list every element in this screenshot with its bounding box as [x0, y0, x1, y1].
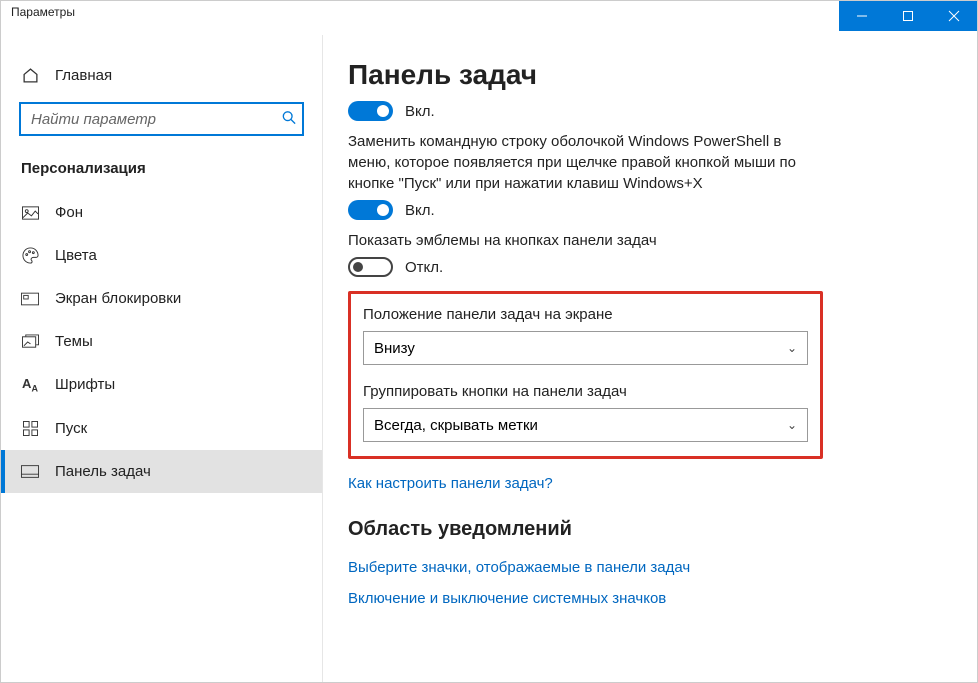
page-title: Панель задач	[348, 59, 947, 91]
toggle-2[interactable]	[348, 200, 393, 220]
start-icon	[21, 421, 39, 436]
chevron-down-icon: ⌄	[787, 418, 797, 432]
position-label: Положение панели задач на экране	[363, 306, 808, 323]
link-system-icons[interactable]: Включение и выключение системных значков	[348, 590, 947, 607]
chevron-down-icon: ⌄	[787, 341, 797, 355]
fonts-icon: AA	[21, 376, 39, 394]
sidebar-item-lockscreen[interactable]: Экран блокировки	[1, 277, 322, 320]
sidebar-item-label: Цвета	[55, 247, 97, 264]
notification-area-heading: Область уведомлений	[348, 518, 947, 541]
window-controls	[839, 1, 977, 31]
sidebar-item-label: Пуск	[55, 420, 87, 437]
close-button[interactable]	[931, 1, 977, 31]
home-label: Главная	[55, 67, 112, 84]
toggle-1-state: Вкл.	[405, 103, 435, 120]
position-value: Внизу	[374, 340, 415, 357]
search-icon	[282, 111, 296, 128]
sidebar-item-fonts[interactable]: AA Шрифты	[1, 363, 322, 407]
sidebar-item-label: Панель задач	[55, 463, 151, 480]
toggle-1[interactable]	[348, 101, 393, 121]
toggle-row-3: Откл.	[348, 257, 947, 277]
home-link[interactable]: Главная	[1, 55, 322, 96]
palette-icon	[21, 247, 39, 264]
taskbar-icon	[21, 465, 39, 478]
badges-desc: Показать эмблемы на кнопках панели задач	[348, 230, 808, 251]
sidebar-item-start[interactable]: Пуск	[1, 407, 322, 450]
toggle-row-2: Вкл.	[348, 200, 947, 220]
sidebar-item-colors[interactable]: Цвета	[1, 234, 322, 277]
lockscreen-icon	[21, 292, 39, 306]
powershell-desc: Заменить командную строку оболочкой Wind…	[348, 131, 808, 194]
sidebar-item-themes[interactable]: Темы	[1, 320, 322, 363]
toggle-2-state: Вкл.	[405, 202, 435, 219]
highlighted-section: Положение панели задач на экране Внизу ⌄…	[348, 291, 823, 459]
position-dropdown[interactable]: Внизу ⌄	[363, 331, 808, 365]
sidebar-item-taskbar[interactable]: Панель задач	[1, 450, 322, 493]
sidebar: Главная Персонализация Фон Цвета Экран б…	[1, 35, 322, 682]
titlebar: Параметры	[1, 1, 977, 35]
toggle-3-state: Откл.	[405, 259, 443, 276]
themes-icon	[21, 334, 39, 350]
minimize-button[interactable]	[839, 1, 885, 31]
maximize-button[interactable]	[885, 1, 931, 31]
link-select-icons[interactable]: Выберите значки, отображаемые в панели з…	[348, 559, 947, 576]
sidebar-item-label: Фон	[55, 204, 83, 221]
search-input[interactable]	[19, 102, 304, 136]
group-value: Всегда, скрывать метки	[374, 417, 538, 434]
main-content: Панель задач Вкл. Заменить командную стр…	[322, 35, 977, 682]
toggle-row-1: Вкл.	[348, 101, 947, 121]
category-heading: Персонализация	[1, 150, 322, 191]
toggle-3[interactable]	[348, 257, 393, 277]
sidebar-item-label: Темы	[55, 333, 93, 350]
sidebar-item-background[interactable]: Фон	[1, 191, 322, 234]
search-container	[19, 102, 304, 136]
group-dropdown[interactable]: Всегда, скрывать метки ⌄	[363, 408, 808, 442]
help-link-taskbar[interactable]: Как настроить панели задач?	[348, 475, 947, 492]
sidebar-item-label: Экран блокировки	[55, 290, 181, 307]
sidebar-item-label: Шрифты	[55, 376, 115, 393]
group-label: Группировать кнопки на панели задач	[363, 383, 808, 400]
window-title: Параметры	[1, 1, 85, 23]
picture-icon	[21, 206, 39, 220]
home-icon	[21, 67, 39, 84]
